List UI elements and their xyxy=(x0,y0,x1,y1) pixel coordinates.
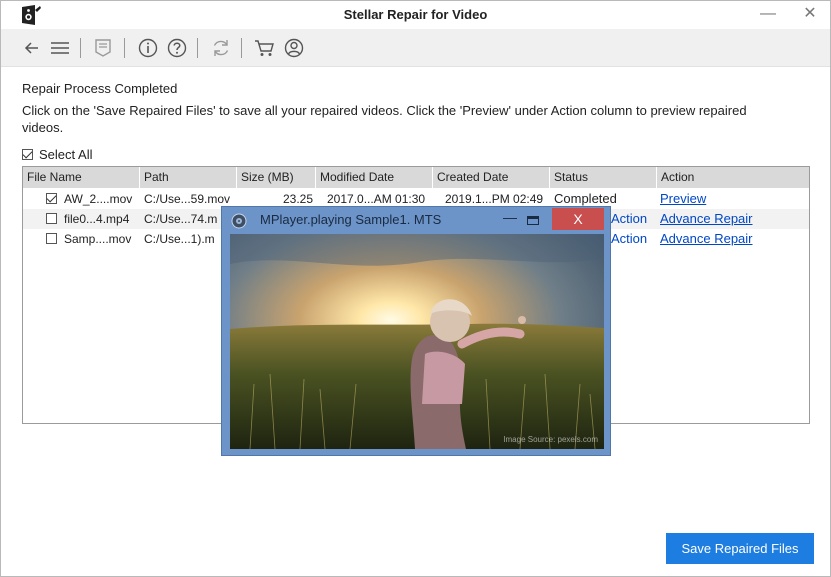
back-arrow-icon[interactable] xyxy=(21,37,43,59)
toolbar-separator xyxy=(124,38,125,58)
minimize-button[interactable]: — xyxy=(759,5,777,23)
instructions-text: Click on the 'Save Repaired Files' to sa… xyxy=(22,103,747,135)
column-header-file-name[interactable]: File Name xyxy=(23,167,140,188)
info-icon[interactable] xyxy=(137,37,159,59)
refresh-icon[interactable] xyxy=(210,37,232,59)
column-header-status[interactable]: Status xyxy=(550,167,657,188)
toolbar xyxy=(1,29,830,67)
row-checkbox[interactable] xyxy=(46,213,57,224)
save-repaired-files-button[interactable]: Save Repaired Files xyxy=(666,533,814,564)
log-report-icon[interactable] xyxy=(92,37,114,59)
row-checkbox[interactable] xyxy=(46,233,57,244)
preview-link[interactable]: Preview xyxy=(660,189,808,209)
status-cell: Action xyxy=(611,231,648,246)
cart-icon[interactable] xyxy=(254,37,276,59)
file-name-cell: file0...4.mp4 xyxy=(46,209,138,229)
account-icon[interactable] xyxy=(283,37,305,59)
file-name-cell: Samp....mov xyxy=(46,229,138,249)
mplayer-icon xyxy=(231,213,247,229)
player-maximize-button[interactable] xyxy=(527,216,539,225)
advance-repair-link[interactable]: Advance Repair xyxy=(660,229,808,249)
hamburger-menu-icon[interactable] xyxy=(49,37,71,59)
app-window: Stellar Repair for Video — ✕ Repair Proc… xyxy=(0,0,831,577)
page-title: Repair Process Completed xyxy=(22,81,178,96)
select-all-checkbox[interactable]: Select All xyxy=(22,147,92,162)
file-name: Samp....mov xyxy=(64,232,132,246)
file-name: AW_2....mov xyxy=(64,192,133,206)
file-name-cell: AW_2....mov xyxy=(46,189,138,209)
column-header-action[interactable]: Action xyxy=(657,167,809,188)
toolbar-separator xyxy=(241,38,242,58)
mplayer-window[interactable]: MPlayer.playing Sample1. MTS — X Image S… xyxy=(221,206,611,456)
player-title: MPlayer.playing Sample1. MTS xyxy=(260,212,442,227)
video-frame[interactable]: Image Source: pexels.com xyxy=(230,234,604,449)
column-header-size[interactable]: Size (MB) xyxy=(237,167,316,188)
table-header: File Name Path Size (MB) Modified Date C… xyxy=(23,167,809,188)
file-name: file0...4.mp4 xyxy=(64,212,130,226)
toolbar-separator xyxy=(80,38,81,58)
column-header-modified-date[interactable]: Modified Date xyxy=(316,167,433,188)
player-close-button[interactable]: X xyxy=(552,208,604,230)
column-header-path[interactable]: Path xyxy=(140,167,237,188)
toolbar-separator xyxy=(197,38,198,58)
player-minimize-button[interactable]: — xyxy=(502,209,518,227)
row-checkbox[interactable] xyxy=(46,193,57,204)
advance-repair-link[interactable]: Advance Repair xyxy=(660,209,808,229)
column-header-created-date[interactable]: Created Date xyxy=(433,167,550,188)
select-all-label: Select All xyxy=(39,147,93,162)
title-bar: Stellar Repair for Video — ✕ xyxy=(1,1,830,29)
video-image: Image Source: pexels.com xyxy=(230,234,604,449)
close-button[interactable]: ✕ xyxy=(801,5,819,23)
help-icon[interactable] xyxy=(166,37,188,59)
window-title: Stellar Repair for Video xyxy=(343,7,488,22)
status-cell: Action xyxy=(611,211,648,226)
image-source-watermark: Image Source: pexels.com xyxy=(503,435,598,444)
checkbox[interactable] xyxy=(22,149,33,160)
